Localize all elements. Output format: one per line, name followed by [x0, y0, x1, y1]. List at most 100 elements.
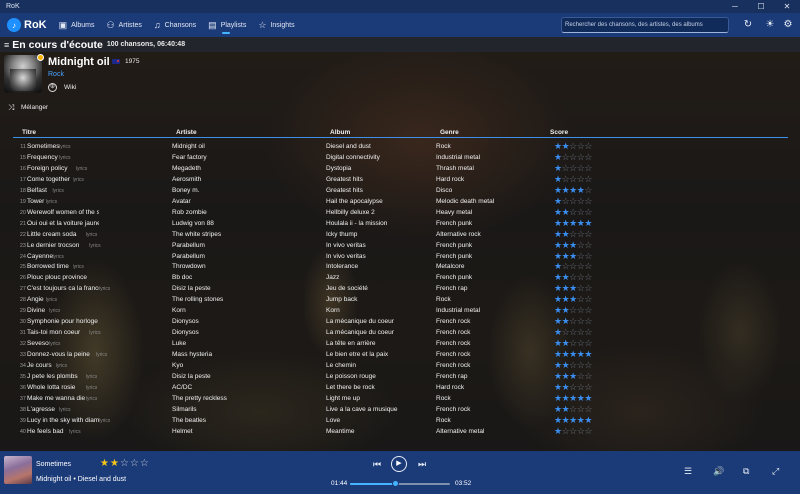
song-album[interactable]: Dystopia [326, 165, 432, 172]
table-row[interactable]: 33 Donnez-vous la peine lyrics Mass hysteri… [0, 349, 800, 360]
app-logo[interactable]: ♪ RoK [7, 18, 47, 32]
song-album[interactable]: Houlala ii - la mission [326, 220, 432, 227]
song-artist[interactable]: Helmet [172, 428, 322, 435]
table-row[interactable]: 32 Seveso lyrics Luke La tête en arrière Fren… [0, 338, 800, 349]
table-row[interactable]: 18 Belfast lyrics Boney m. Greatest hits Disc… [0, 185, 800, 196]
star-icon[interactable]: ☆ [569, 338, 577, 348]
previous-icon[interactable]: ⏮ [373, 459, 381, 470]
song-album[interactable]: Jump back [326, 296, 432, 303]
song-score[interactable]: ★★★☆☆ [554, 251, 592, 262]
star-icon[interactable]: ☆ [584, 404, 592, 414]
star-icon[interactable]: ☆ [584, 185, 592, 195]
column-genre[interactable]: Genre [440, 129, 459, 136]
column-album[interactable]: Album [330, 129, 350, 136]
table-row[interactable]: 20 Werewolf women of the ss Rob zombie Hell… [0, 207, 800, 218]
song-score[interactable]: ★★☆☆☆ [554, 382, 592, 393]
song-album[interactable]: Light me up [326, 395, 432, 402]
star-icon[interactable]: ★ [554, 294, 562, 304]
song-score[interactable]: ★☆☆☆☆ [554, 152, 592, 163]
star-icon[interactable]: ★ [554, 283, 562, 293]
star-icon[interactable]: ☆ [569, 305, 577, 315]
star-icon[interactable]: ☆ [584, 305, 592, 315]
star-icon[interactable]: ★ [100, 458, 110, 469]
song-artist[interactable]: The rolling stones [172, 296, 322, 303]
song-score[interactable]: ★☆☆☆☆ [554, 261, 592, 272]
song-artist[interactable]: Silmarils [172, 406, 322, 413]
star-icon[interactable]: ☆ [584, 229, 592, 239]
star-icon[interactable]: ☆ [584, 174, 592, 184]
wiki-link[interactable]: Wiki [64, 84, 76, 91]
table-row[interactable]: 38 L'agresse lyrics Silmarils Live a la cave… [0, 404, 800, 415]
song-album[interactable]: La mécanique du coeur [326, 318, 432, 325]
star-icon[interactable]: ☆ [584, 294, 592, 304]
star-icon[interactable]: ★ [554, 349, 562, 359]
star-icon[interactable]: ★ [584, 349, 592, 359]
song-album[interactable]: Let there be rock [326, 384, 432, 391]
song-artist[interactable]: Boney m. [172, 187, 322, 194]
star-icon[interactable]: ☆ [584, 426, 592, 436]
star-icon[interactable]: ★ [554, 229, 562, 239]
star-icon[interactable]: ☆ [584, 196, 592, 206]
star-icon[interactable]: ☆ [584, 283, 592, 293]
song-album[interactable]: Greatest hits [326, 187, 432, 194]
song-album[interactable]: Le bien etre et la paix [326, 351, 432, 358]
miniplayer-icon[interactable]: ⧉ [743, 466, 749, 477]
table-row[interactable]: 25 Borrowed time lyrics Throwdown Intoleranc… [0, 261, 800, 272]
star-icon[interactable]: ★ [569, 393, 577, 403]
star-icon[interactable]: ★ [554, 196, 562, 206]
star-icon[interactable]: ☆ [584, 360, 592, 370]
nav-item-playlists[interactable]: ▤ Playlists [208, 13, 246, 37]
song-score[interactable]: ★★★☆☆ [554, 283, 592, 294]
song-score[interactable]: ★☆☆☆☆ [554, 327, 592, 338]
star-icon[interactable]: ☆ [130, 458, 140, 469]
song-score[interactable]: ★★☆☆☆ [554, 404, 592, 415]
star-icon[interactable]: ☆ [569, 327, 577, 337]
star-icon[interactable]: ★ [554, 272, 562, 282]
song-artist[interactable]: Aerosmith [172, 176, 322, 183]
song-artist[interactable]: Mass hysteria [172, 351, 322, 358]
star-icon[interactable]: ★ [554, 426, 562, 436]
song-artist[interactable]: Parabellum [172, 253, 322, 260]
song-album[interactable]: Digital connectivity [326, 154, 432, 161]
star-icon[interactable]: ★ [554, 185, 562, 195]
song-album[interactable]: Intolerance [326, 263, 432, 270]
table-row[interactable]: 37 Make me wanna die lyrics The pretty reck… [0, 393, 800, 404]
table-row[interactable]: 23 Le dernier trocson lyrics Parabellum In v… [0, 240, 800, 251]
song-score[interactable]: ★★☆☆☆ [554, 338, 592, 349]
nav-item-albums[interactable]: ▣ Albums [59, 13, 95, 37]
table-row[interactable]: 24 Cayenne lyrics Parabellum In vivo veritas… [0, 251, 800, 262]
progress-handle[interactable] [392, 480, 399, 487]
star-icon[interactable]: ★ [554, 393, 562, 403]
player-rating[interactable]: ★★☆☆☆ [100, 458, 150, 469]
song-album[interactable]: Greatest hits [326, 176, 432, 183]
theme-icon[interactable]: ☀ [762, 17, 778, 33]
star-icon[interactable]: ☆ [584, 371, 592, 381]
song-artist[interactable]: Ludwig von 88 [172, 220, 322, 227]
song-score[interactable]: ★★☆☆☆ [554, 316, 592, 327]
star-icon[interactable]: ☆ [569, 316, 577, 326]
star-icon[interactable]: ★ [554, 261, 562, 271]
song-artist[interactable]: Parabellum [172, 242, 322, 249]
table-row[interactable]: 17 Come together lyrics Aerosmith Greatest h… [0, 174, 800, 185]
song-album[interactable]: Le chemin [326, 362, 432, 369]
song-score[interactable]: ★★★★★ [554, 393, 592, 404]
minimize-button[interactable]: ─ [722, 2, 748, 11]
song-album[interactable]: Meantime [326, 428, 432, 435]
song-artist[interactable]: Korn [172, 307, 322, 314]
star-icon[interactable]: ☆ [569, 404, 577, 414]
song-album[interactable]: Love [326, 417, 432, 424]
song-score[interactable]: ★★☆☆☆ [554, 141, 592, 152]
star-icon[interactable]: ★ [554, 251, 562, 261]
star-icon[interactable]: ★ [584, 415, 592, 425]
star-icon[interactable]: ★ [569, 283, 577, 293]
star-icon[interactable]: ☆ [584, 207, 592, 217]
song-score[interactable]: ★★★★☆ [554, 185, 592, 196]
table-row[interactable]: 40 He feels bad lyrics Helmet Meantime Altern… [0, 426, 800, 437]
star-icon[interactable]: ☆ [584, 152, 592, 162]
star-icon[interactable]: ☆ [584, 316, 592, 326]
nav-item-chansons[interactable]: ♫ Chansons [154, 13, 196, 37]
player-album[interactable]: Diesel and dust [78, 476, 126, 483]
table-row[interactable]: 21 Oui oui et la voiture jaune Ludwig von … [0, 218, 800, 229]
song-album[interactable]: Icky thump [326, 231, 432, 238]
star-icon[interactable]: ★ [554, 338, 562, 348]
